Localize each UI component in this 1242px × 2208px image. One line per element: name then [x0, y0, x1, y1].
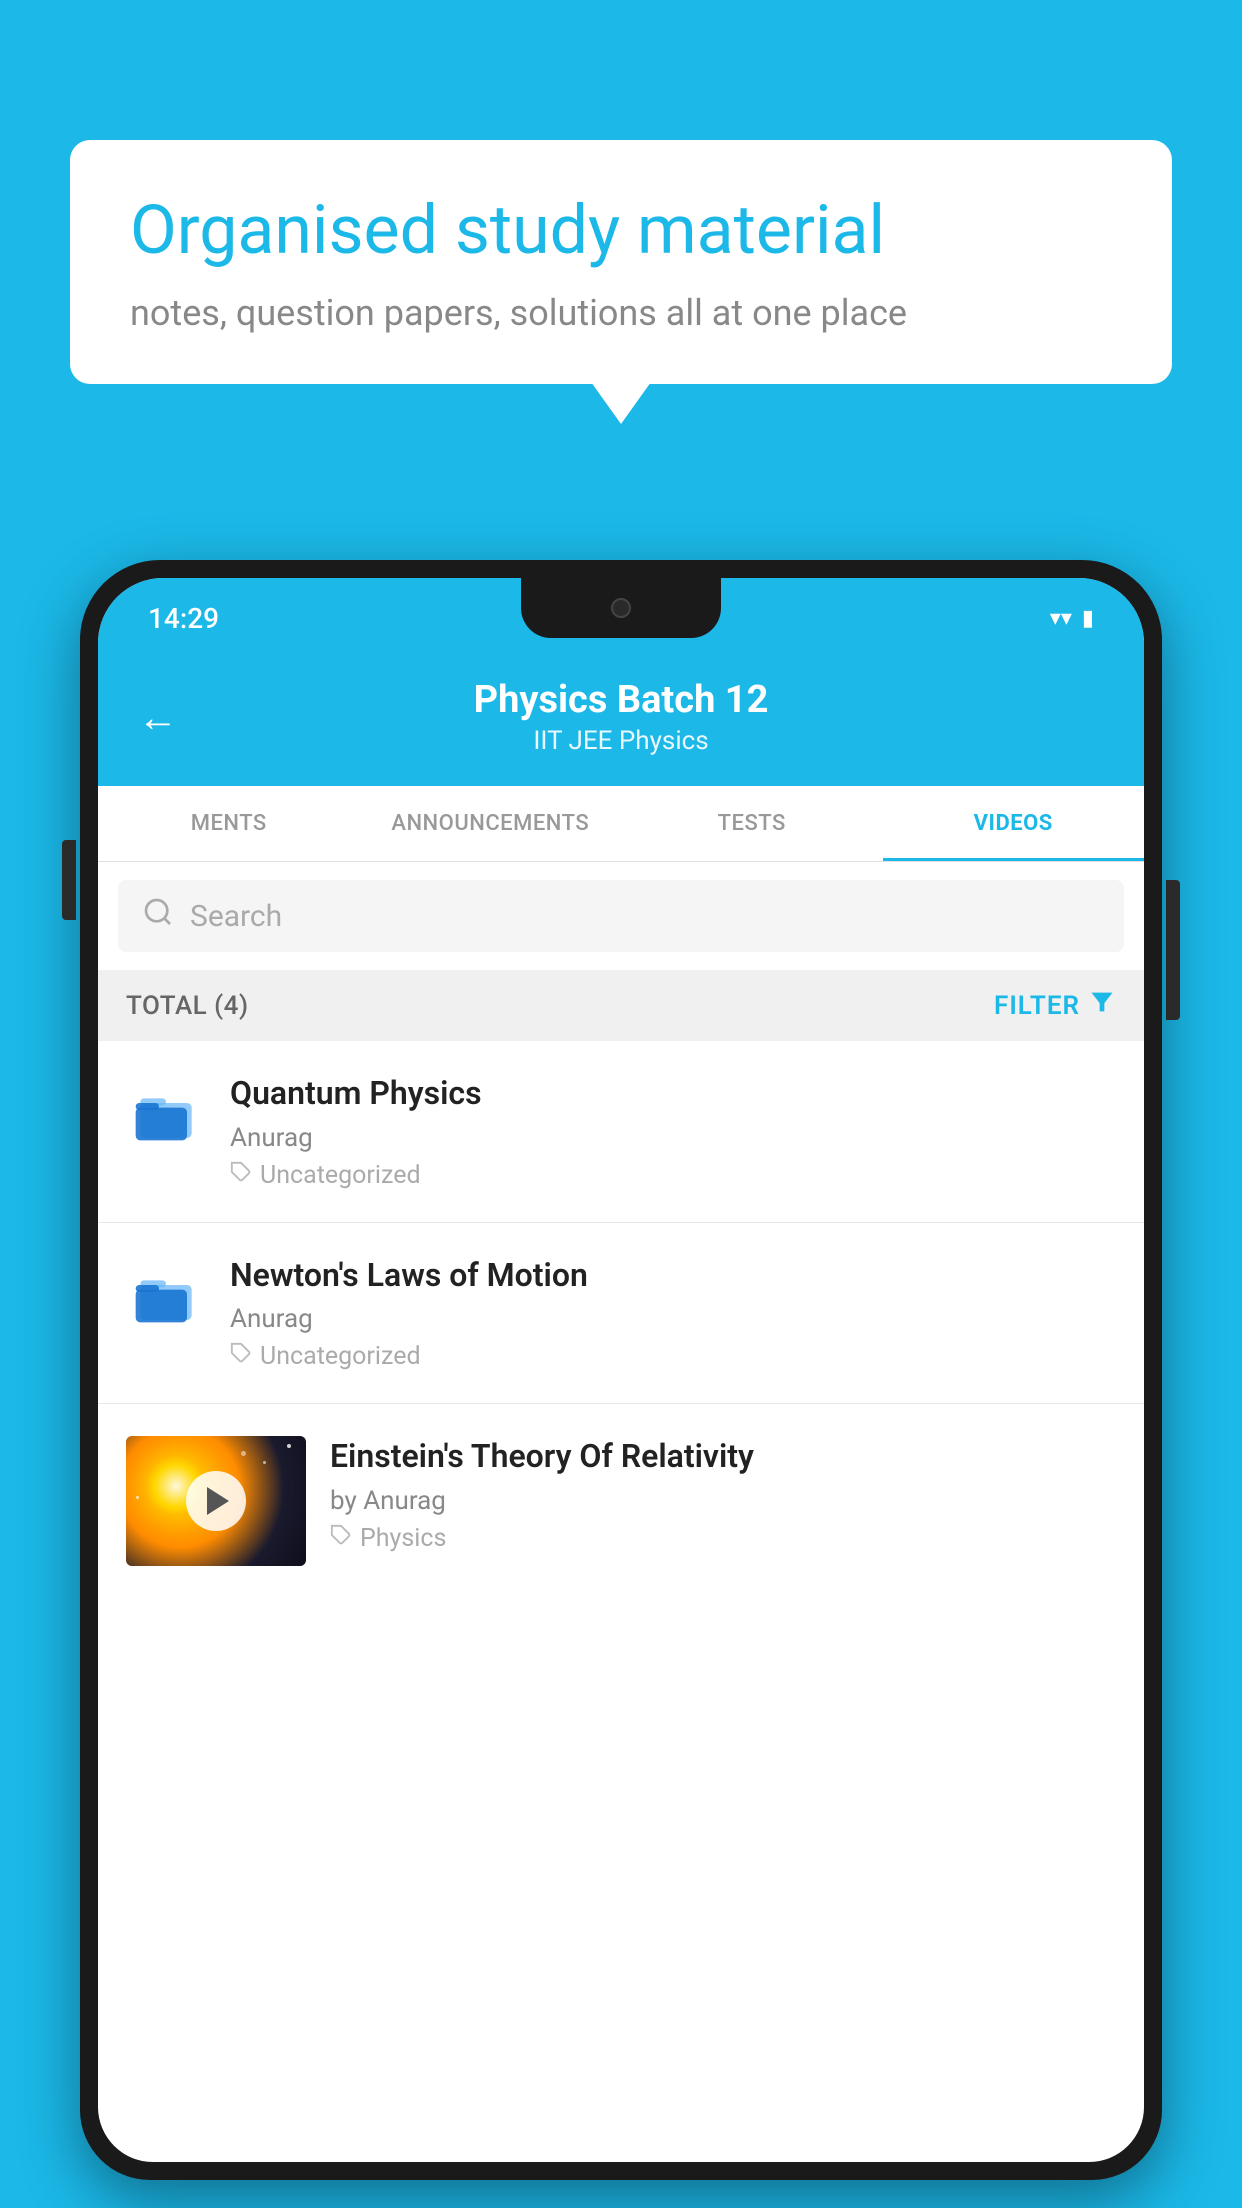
play-button[interactable]	[186, 1471, 246, 1531]
tag-label: Uncategorized	[260, 1161, 421, 1190]
search-container: Search	[98, 862, 1144, 970]
folder-icon	[131, 1264, 201, 1334]
header-center: Physics Batch 12 IIT JEE Physics	[198, 678, 1044, 756]
thumbnail-image	[126, 1436, 306, 1566]
video-tag: Physics	[330, 1524, 1116, 1553]
header-title: Physics Batch 12	[198, 678, 1044, 722]
wifi-icon: ▾▾	[1050, 606, 1072, 631]
folder-icon-container	[126, 1259, 206, 1339]
status-bar: 14:29 ▾▾ ▮	[98, 578, 1144, 658]
video-title: Newton's Laws of Motion	[230, 1255, 1116, 1297]
app-header: ← Physics Batch 12 IIT JEE Physics	[98, 658, 1144, 786]
notch	[521, 578, 721, 638]
list-item[interactable]: Quantum Physics Anurag Uncategorized	[98, 1041, 1144, 1223]
tab-announcements[interactable]: ANNOUNCEMENTS	[360, 786, 622, 861]
search-icon	[142, 896, 174, 936]
battery-icon: ▮	[1082, 606, 1094, 631]
video-author: Anurag	[230, 1304, 1116, 1334]
phone-outer: 14:29 ▾▾ ▮ ← Physics Batch 12 IIT JEE Ph…	[80, 560, 1162, 2180]
tag-label: Uncategorized	[260, 1342, 421, 1371]
tag-icon	[330, 1524, 352, 1553]
filter-icon	[1088, 988, 1116, 1023]
folder-icon	[131, 1082, 201, 1152]
phone-wrapper: 14:29 ▾▾ ▮ ← Physics Batch 12 IIT JEE Ph…	[80, 560, 1162, 2208]
tab-ments[interactable]: MENTS	[98, 786, 360, 861]
header-subtitle: IIT JEE Physics	[198, 726, 1044, 756]
tab-tests[interactable]: TESTS	[621, 786, 883, 861]
list-item[interactable]: Einstein's Theory Of Relativity by Anura…	[98, 1404, 1144, 1566]
bubble-title: Organised study material	[130, 190, 1112, 272]
search-box[interactable]: Search	[118, 880, 1124, 952]
speech-bubble-container: Organised study material notes, question…	[70, 140, 1172, 384]
video-author: Anurag	[230, 1123, 1116, 1153]
camera-dot	[611, 598, 631, 618]
phone-screen: 14:29 ▾▾ ▮ ← Physics Batch 12 IIT JEE Ph…	[98, 578, 1144, 2162]
search-placeholder: Search	[190, 899, 282, 934]
total-count: TOTAL (4)	[126, 991, 249, 1021]
video-author: by Anurag	[330, 1486, 1116, 1516]
video-title: Quantum Physics	[230, 1073, 1116, 1115]
speech-bubble: Organised study material notes, question…	[70, 140, 1172, 384]
back-button[interactable]: ←	[138, 694, 178, 741]
video-tag: Uncategorized	[230, 1161, 1116, 1190]
list-item[interactable]: Newton's Laws of Motion Anurag Uncategor…	[98, 1223, 1144, 1405]
filter-button[interactable]: FILTER	[994, 988, 1116, 1023]
video-title: Einstein's Theory Of Relativity	[330, 1436, 1116, 1478]
folder-icon-container	[126, 1077, 206, 1157]
video-tag: Uncategorized	[230, 1342, 1116, 1371]
tag-icon	[230, 1342, 252, 1371]
tabs-bar: MENTS ANNOUNCEMENTS TESTS VIDEOS	[98, 786, 1144, 862]
filter-bar: TOTAL (4) FILTER	[98, 970, 1144, 1041]
video-info: Einstein's Theory Of Relativity by Anura…	[330, 1436, 1116, 1553]
tag-icon	[230, 1161, 252, 1190]
status-time: 14:29	[148, 602, 219, 635]
video-list: Quantum Physics Anurag Uncategorized	[98, 1041, 1144, 1566]
tag-label: Physics	[360, 1524, 446, 1553]
video-thumbnail	[126, 1436, 306, 1566]
status-icons: ▾▾ ▮	[1050, 606, 1094, 631]
bubble-subtitle: notes, question papers, solutions all at…	[130, 292, 1112, 334]
video-info: Quantum Physics Anurag Uncategorized	[230, 1073, 1116, 1190]
video-info: Newton's Laws of Motion Anurag Uncategor…	[230, 1255, 1116, 1372]
play-icon	[207, 1487, 229, 1515]
filter-label: FILTER	[994, 991, 1080, 1021]
tab-videos[interactable]: VIDEOS	[883, 786, 1145, 861]
